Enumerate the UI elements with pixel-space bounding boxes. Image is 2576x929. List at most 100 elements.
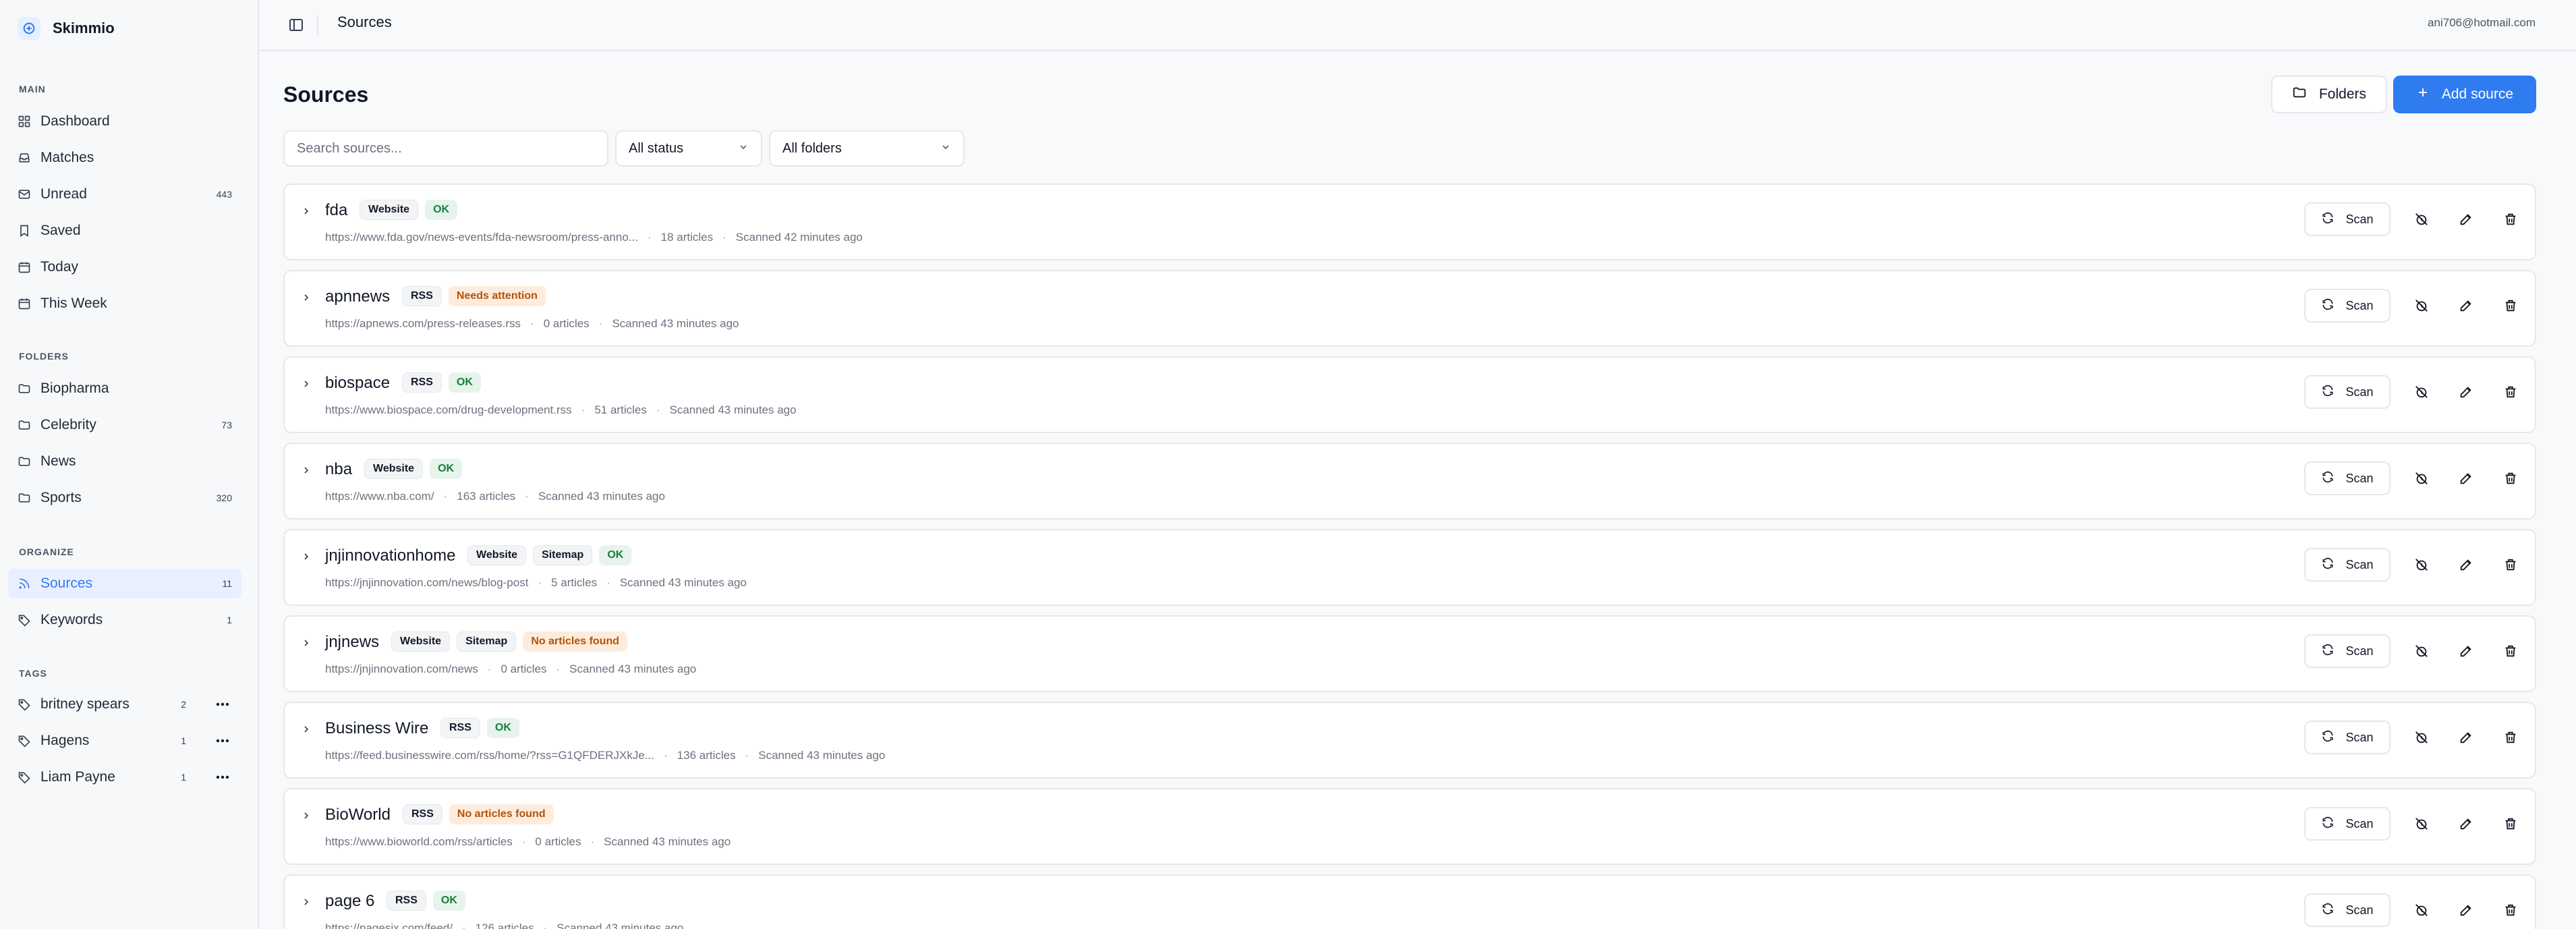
- edit-icon[interactable]: [2453, 292, 2480, 319]
- folders-button[interactable]: Folders: [2271, 76, 2387, 113]
- source-meta: https://jnjinnovation.com/news/blog-post…: [325, 576, 747, 590]
- sidebar-item-today[interactable]: Today: [8, 252, 241, 282]
- scan-button[interactable]: Scan: [2304, 202, 2391, 236]
- chevron-right-icon[interactable]: [299, 809, 313, 822]
- last-scanned: Scanned 43 minutes ago: [669, 403, 797, 416]
- trash-icon[interactable]: [2497, 378, 2524, 405]
- row-actions: Scan: [2304, 548, 2524, 582]
- source-url[interactable]: https://feed.businesswire.com/rss/home/?…: [325, 749, 654, 762]
- folder-item-biopharma[interactable]: Biopharma: [8, 374, 241, 403]
- more-options-icon[interactable]: [213, 695, 232, 714]
- chevron-right-icon[interactable]: [299, 291, 313, 304]
- source-row[interactable]: Business Wire RSS OK https://feed.businessw…: [283, 702, 2536, 779]
- trash-icon[interactable]: [2497, 638, 2524, 665]
- chevron-right-icon[interactable]: [299, 895, 313, 909]
- tag-icon: [18, 698, 31, 711]
- pause-schedule-icon[interactable]: [2408, 465, 2435, 492]
- scan-button[interactable]: Scan: [2304, 807, 2391, 841]
- chevron-right-icon[interactable]: [299, 550, 313, 563]
- scan-button[interactable]: Scan: [2304, 893, 2391, 927]
- source-url[interactable]: https://pagesix.com/feed/: [325, 922, 453, 929]
- trash-icon[interactable]: [2497, 551, 2524, 578]
- sidebar-item-this-week[interactable]: This Week: [8, 289, 241, 318]
- folder-filter-select[interactable]: All folders: [769, 130, 965, 167]
- pause-schedule-icon[interactable]: [2408, 810, 2435, 837]
- scan-label: Scan: [2345, 557, 2374, 571]
- source-row[interactable]: nba Website OK https://www.nba.com/ · 163 art…: [283, 443, 2536, 519]
- source-url[interactable]: https://apnews.com/press-releases.rss: [325, 317, 521, 331]
- more-options-icon[interactable]: [213, 731, 232, 750]
- source-url[interactable]: https://jnjinnovation.com/news/blog-post: [325, 576, 528, 590]
- source-row[interactable]: jnjnews Website Sitemap No articles found ht…: [283, 615, 2536, 692]
- sidebar: Skimmio MAIN FOLDERS ORGANIZE TAGS Dashb…: [0, 0, 259, 929]
- edit-icon[interactable]: [2453, 378, 2480, 405]
- pause-schedule-icon[interactable]: [2408, 638, 2435, 665]
- pause-schedule-icon[interactable]: [2408, 292, 2435, 319]
- source-row[interactable]: jnjinnovationhome Website Sitemap OK https:/…: [283, 529, 2536, 606]
- trash-icon[interactable]: [2497, 724, 2524, 751]
- status-filter-select[interactable]: All status: [615, 130, 762, 167]
- edit-icon[interactable]: [2453, 897, 2480, 924]
- folder-item-celebrity[interactable]: Celebrity 73: [8, 410, 241, 440]
- folder-item-news[interactable]: News: [8, 447, 241, 476]
- sidebar-item-dashboard[interactable]: Dashboard: [8, 107, 241, 136]
- add-source-button[interactable]: Add source: [2393, 76, 2536, 113]
- source-url[interactable]: https://www.bioworld.com/rss/articles: [325, 835, 513, 849]
- more-options-icon[interactable]: [213, 768, 232, 787]
- organize-item-keywords[interactable]: Keywords 1: [8, 605, 241, 635]
- source-row[interactable]: biospace RSS OK https://www.biospace.com/dr…: [283, 356, 2536, 433]
- search-input[interactable]: [283, 130, 608, 167]
- pause-schedule-icon[interactable]: [2408, 206, 2435, 233]
- tag-item-liam-payne[interactable]: Liam Payne 1: [8, 762, 241, 792]
- edit-icon[interactable]: [2453, 638, 2480, 665]
- app-name: Skimmio: [53, 20, 115, 36]
- source-row[interactable]: BioWorld RSS No articles found https://www.…: [283, 788, 2536, 865]
- last-scanned: Scanned 43 minutes ago: [538, 490, 665, 503]
- brand[interactable]: Skimmio: [18, 15, 115, 42]
- sidebar-toggle-icon[interactable]: [286, 15, 306, 35]
- trash-icon[interactable]: [2497, 206, 2524, 233]
- folder-item-sports[interactable]: Sports 320: [8, 483, 241, 513]
- status-badge: OK: [486, 718, 519, 738]
- chevron-right-icon[interactable]: [299, 636, 313, 650]
- edit-icon[interactable]: [2453, 724, 2480, 751]
- trash-icon[interactable]: [2497, 465, 2524, 492]
- trash-icon[interactable]: [2497, 292, 2524, 319]
- pause-schedule-icon[interactable]: [2408, 897, 2435, 924]
- edit-icon[interactable]: [2453, 551, 2480, 578]
- organize-item-sources[interactable]: Sources 11: [8, 569, 241, 598]
- source-row[interactable]: fda Website OK https://www.fda.gov/news-eve…: [283, 184, 2536, 260]
- tag-item-hagens[interactable]: Hagens 1: [8, 726, 241, 756]
- source-url[interactable]: https://www.fda.gov/news-events/fda-news…: [325, 231, 638, 244]
- source-url[interactable]: https://www.biospace.com/drug-developmen…: [325, 403, 572, 417]
- trash-icon[interactable]: [2497, 810, 2524, 837]
- chevron-right-icon[interactable]: [299, 463, 313, 477]
- pause-schedule-icon[interactable]: [2408, 551, 2435, 578]
- scan-button[interactable]: Scan: [2304, 461, 2391, 495]
- edit-icon[interactable]: [2453, 465, 2480, 492]
- chevron-right-icon[interactable]: [299, 377, 313, 391]
- scan-button[interactable]: Scan: [2304, 289, 2391, 322]
- source-row[interactable]: page 6 RSS OK https://pagesix.com/feed/ · 126…: [283, 874, 2536, 929]
- sidebar-item-matches[interactable]: Matches: [8, 143, 241, 173]
- chevron-right-icon[interactable]: [299, 204, 313, 218]
- pause-schedule-icon[interactable]: [2408, 724, 2435, 751]
- chevron-right-icon[interactable]: [299, 723, 313, 736]
- sidebar-item-unread[interactable]: Unread 443: [8, 179, 241, 209]
- edit-icon[interactable]: [2453, 206, 2480, 233]
- sidebar-item-saved[interactable]: Saved: [8, 216, 241, 246]
- scan-button[interactable]: Scan: [2304, 375, 2391, 409]
- pause-schedule-icon[interactable]: [2408, 378, 2435, 405]
- trash-icon[interactable]: [2497, 897, 2524, 924]
- source-row[interactable]: apnnews RSS Needs attention https://apnews.…: [283, 270, 2536, 347]
- scan-button[interactable]: Scan: [2304, 721, 2391, 754]
- scan-button[interactable]: Scan: [2304, 548, 2391, 582]
- source-url[interactable]: https://www.nba.com/: [325, 490, 434, 503]
- source-url[interactable]: https://jnjinnovation.com/news: [325, 663, 478, 676]
- source-badges: Website OK: [364, 459, 463, 479]
- user-email[interactable]: ani706@hotmail.com: [2428, 16, 2536, 30]
- last-scanned: Scanned 43 minutes ago: [758, 749, 886, 762]
- edit-icon[interactable]: [2453, 810, 2480, 837]
- tag-item-britney-spears[interactable]: britney spears 2: [8, 689, 241, 719]
- scan-button[interactable]: Scan: [2304, 634, 2391, 668]
